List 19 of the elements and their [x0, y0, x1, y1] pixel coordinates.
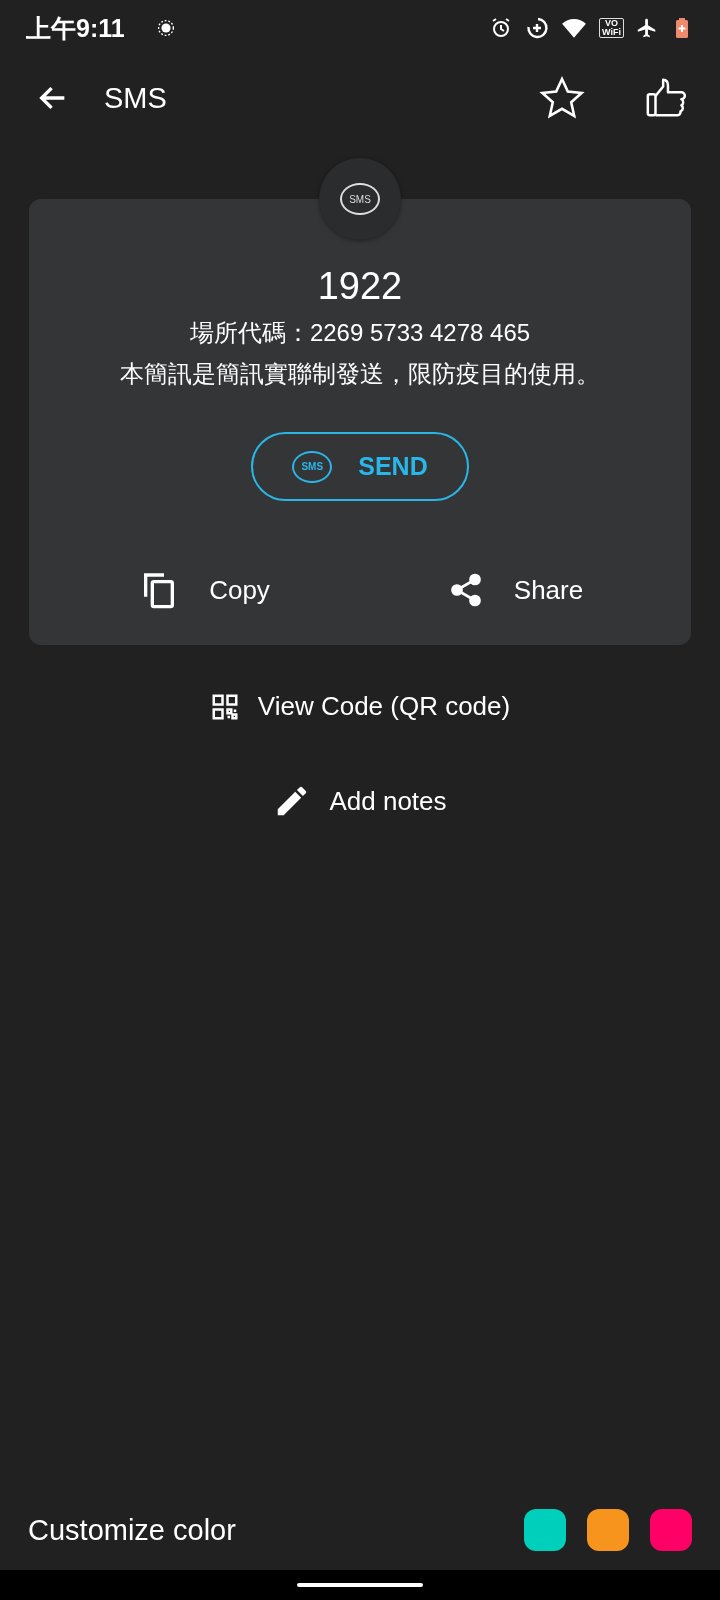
- page-title: SMS: [104, 81, 167, 115]
- color-swatch[interactable]: [650, 1509, 692, 1551]
- share-button[interactable]: Share: [360, 545, 671, 635]
- send-button[interactable]: SMS SEND: [251, 432, 469, 501]
- color-swatch[interactable]: [587, 1509, 629, 1551]
- view-code-link[interactable]: View Code (QR code): [201, 683, 519, 730]
- message-text: 場所代碼：2269 5733 4278 465: [189, 318, 531, 348]
- airplane-icon: [636, 17, 658, 39]
- customize-color-label: Customize color: [28, 1513, 236, 1547]
- vowifi-icon: VO WiFi: [599, 18, 624, 38]
- data-saver-icon: [525, 16, 550, 40]
- sender-number: 1922: [317, 265, 403, 308]
- copy-button[interactable]: Copy: [49, 545, 360, 635]
- message-text: 本簡訊是簡訊實聯制發送，限防疫目的使用。: [120, 359, 600, 389]
- sms-bubble-icon: SMS: [292, 450, 333, 483]
- add-notes-link[interactable]: Add notes: [265, 774, 455, 828]
- color-swatch[interactable]: [524, 1509, 566, 1551]
- sms-bubble-icon: SMS: [340, 183, 380, 215]
- status-time: 上午9:11: [26, 12, 125, 44]
